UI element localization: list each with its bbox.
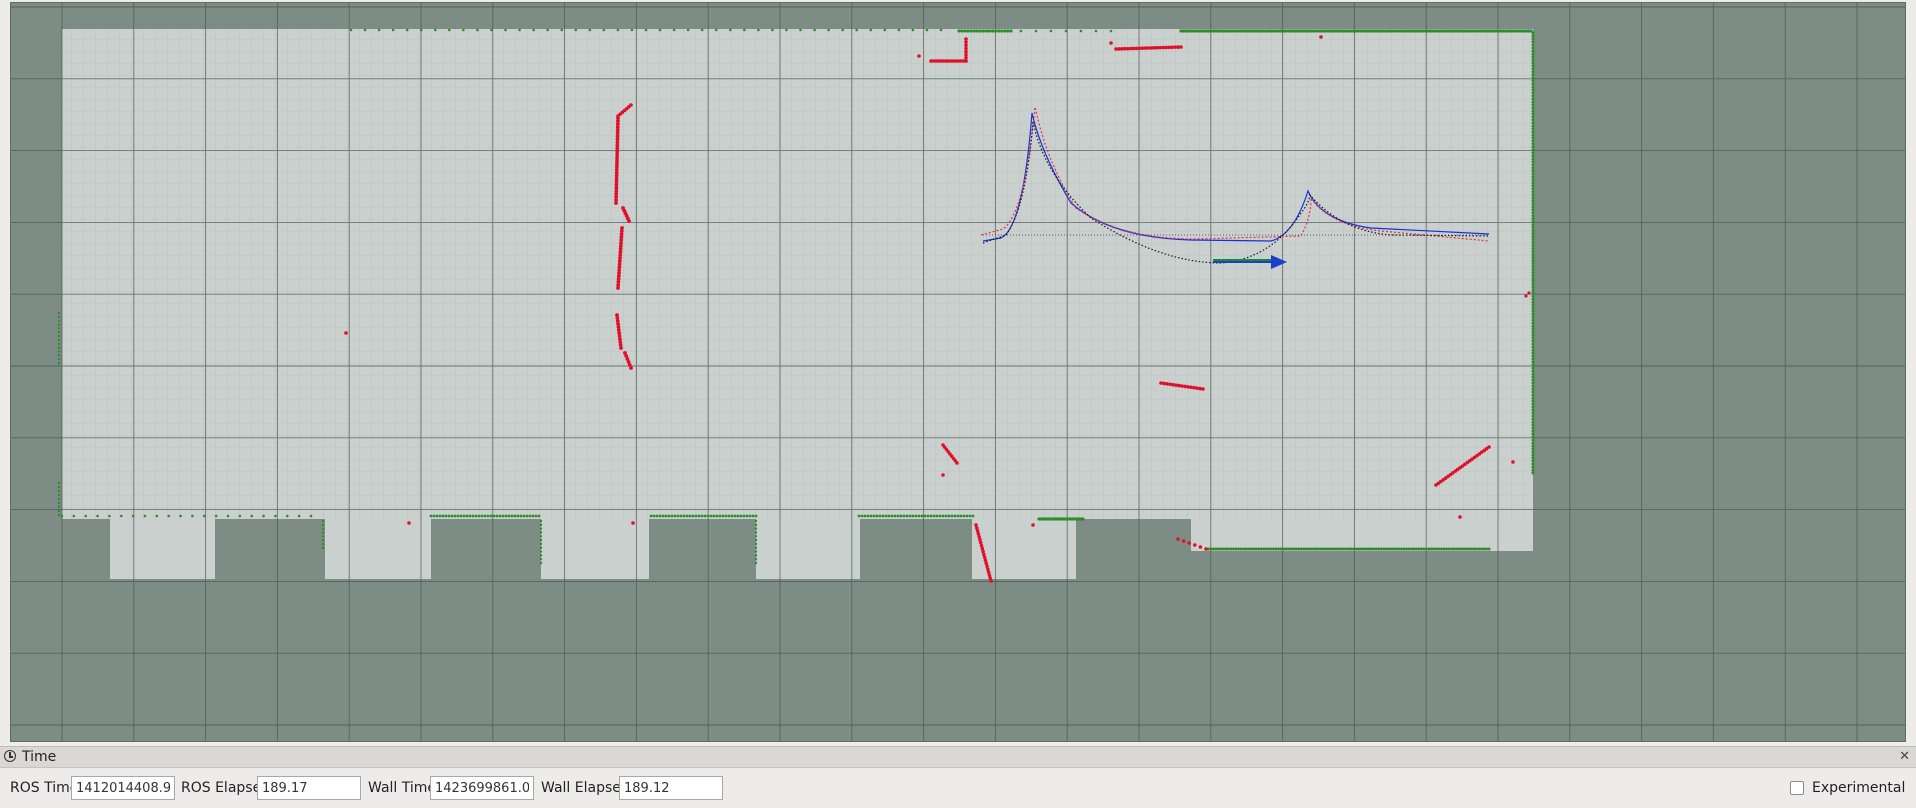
occupancy-map[interactable] [11, 3, 1906, 742]
time-panel-header: Time ✕ [0, 746, 1916, 768]
wall-elapsed-field[interactable] [619, 776, 723, 800]
ros-elapsed-field[interactable] [257, 776, 361, 800]
time-panel-title: Time [22, 749, 57, 765]
time-panel: Time ✕ ROS Time: ROS Elapsed: Wall Time:… [0, 746, 1916, 808]
experimental-checkbox[interactable] [1790, 781, 1804, 795]
close-icon[interactable]: ✕ [1899, 749, 1910, 764]
wall-time-field[interactable] [430, 776, 534, 800]
clock-icon [4, 750, 16, 762]
map-3d-view[interactable]: ◀ ▶ [10, 2, 1906, 742]
free-space [62, 29, 1533, 579]
ros-time-field[interactable] [71, 776, 175, 800]
experimental-label: Experimental [1812, 780, 1906, 796]
